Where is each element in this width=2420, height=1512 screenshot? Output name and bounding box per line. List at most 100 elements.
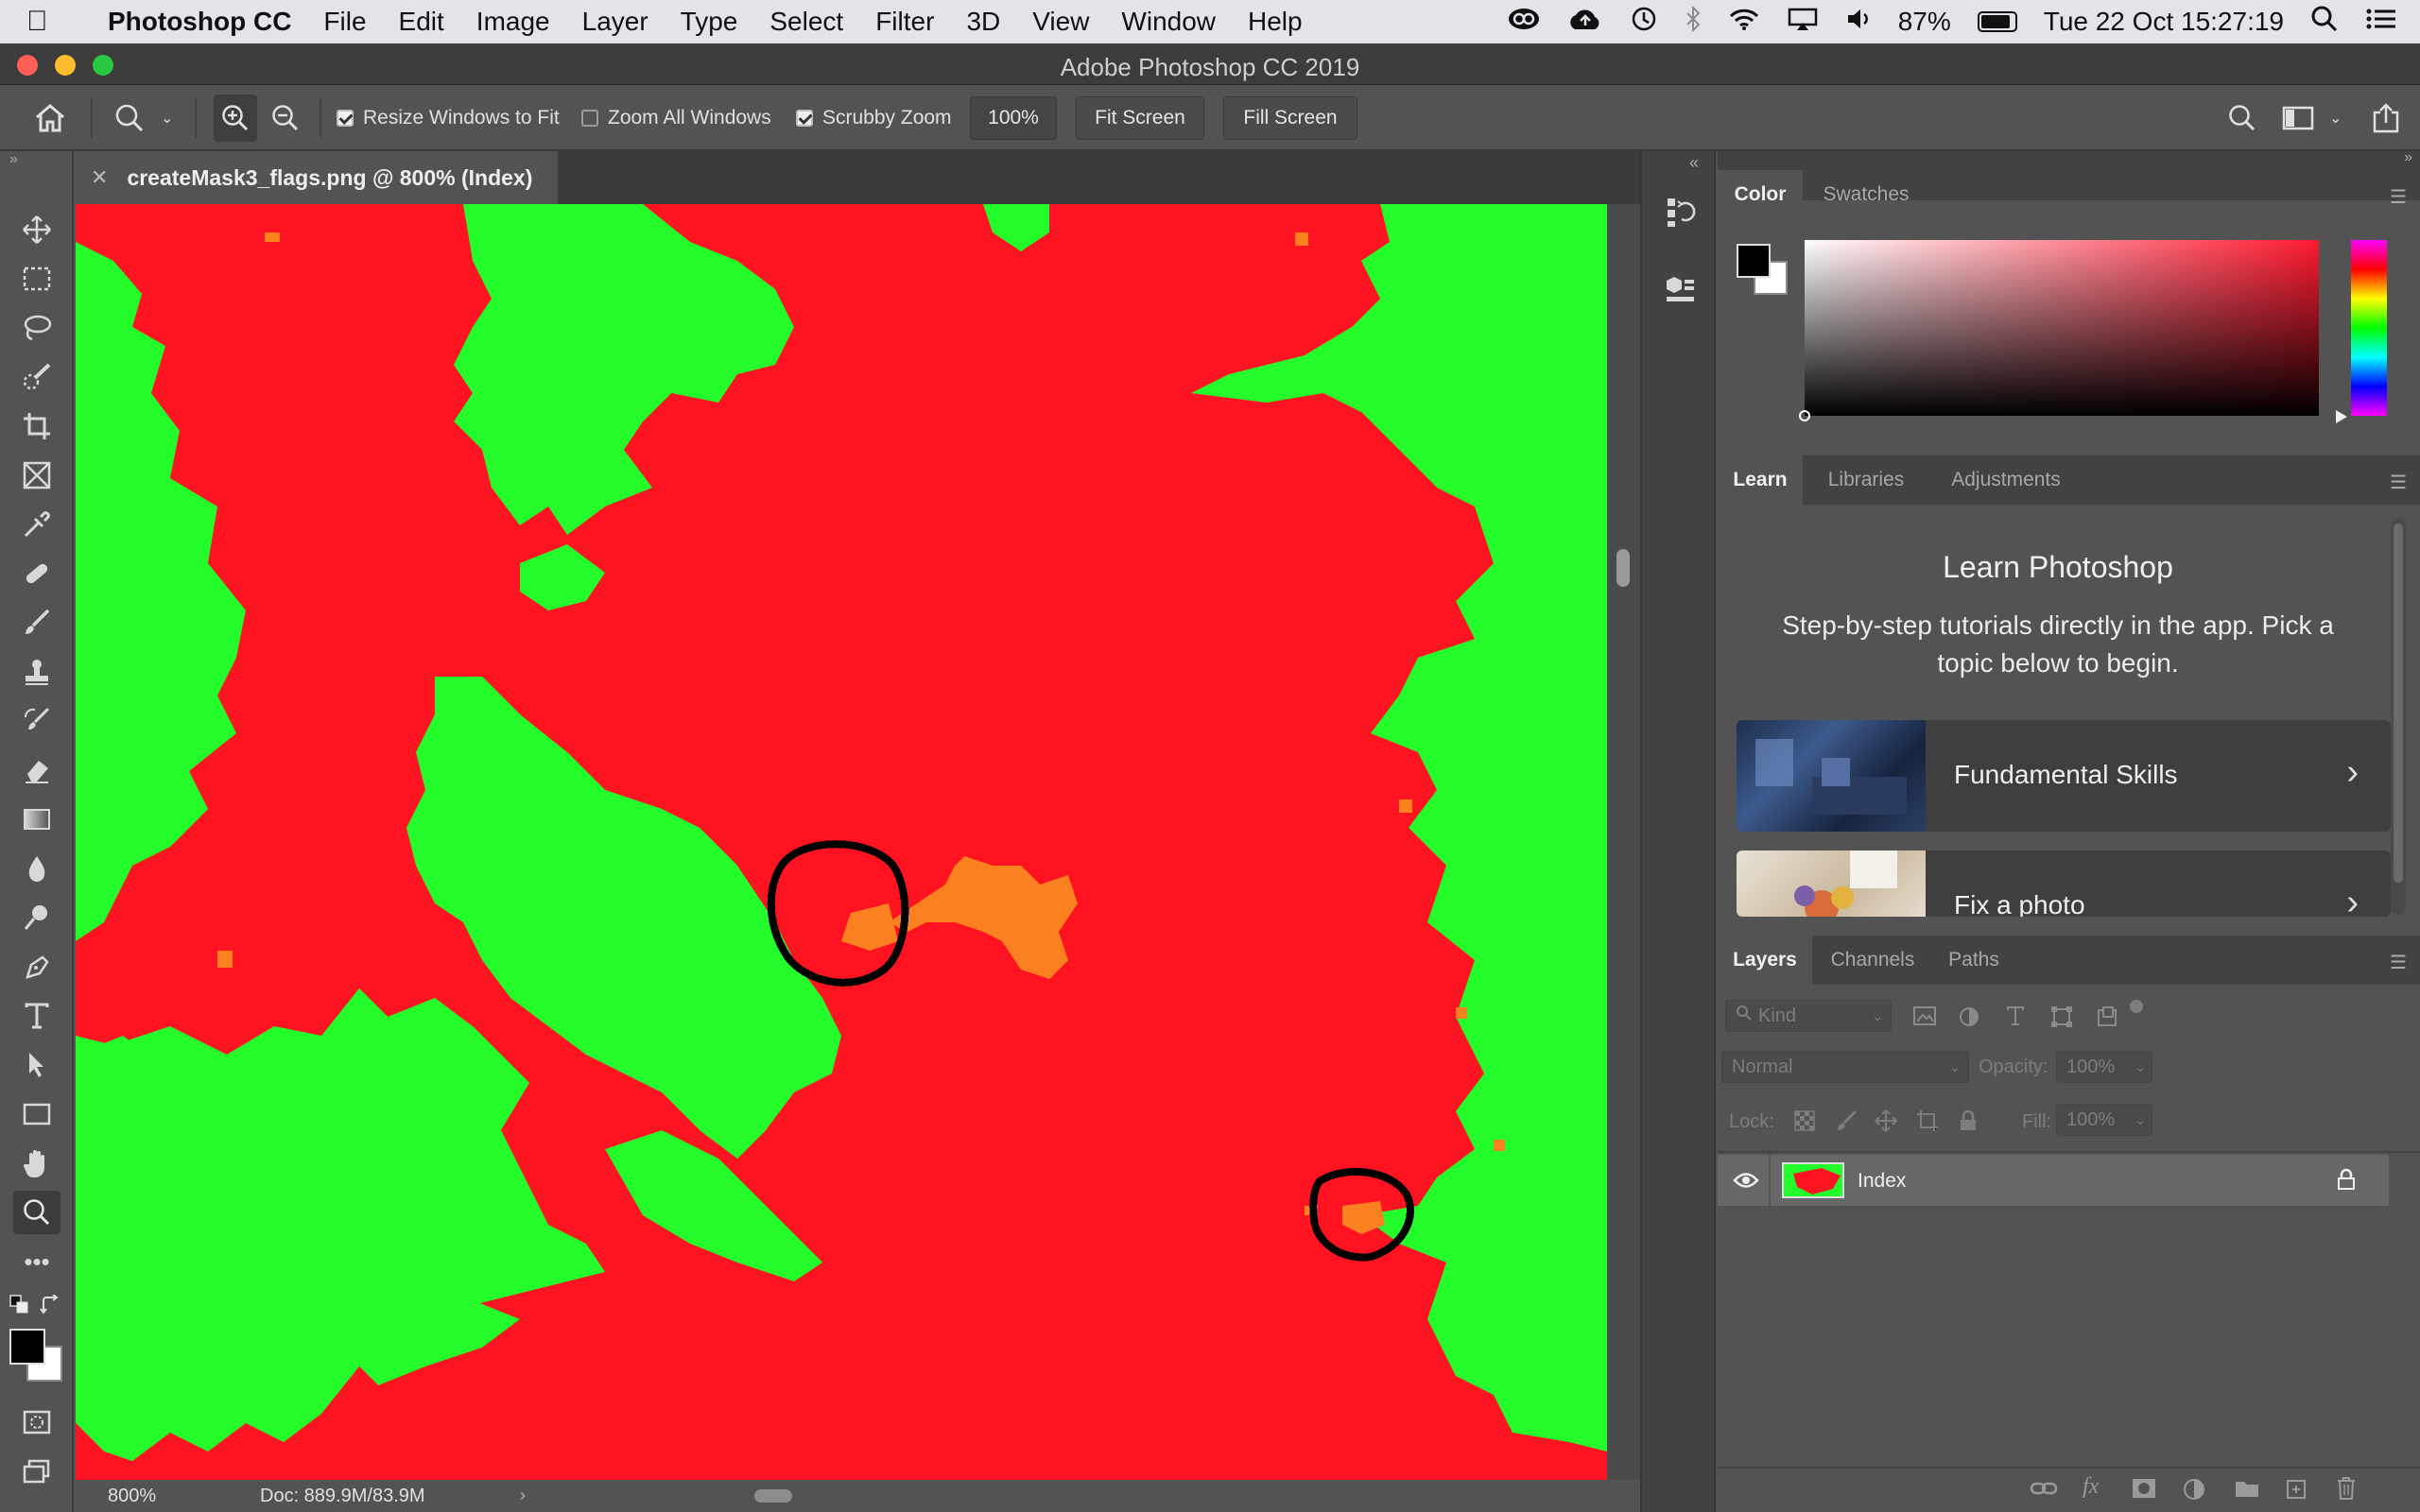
filter-type-icon[interactable] [2005,1005,2026,1031]
tab-color[interactable]: Color [1718,170,1803,219]
lock-all-icon[interactable] [1958,1109,1979,1137]
clone-stamp-tool-icon[interactable] [13,650,60,694]
hue-slider[interactable] [2351,240,2387,416]
home-icon[interactable] [34,85,66,151]
layer-kind-filter[interactable]: Kind ⌄ [1725,1000,1892,1032]
zoom-tool-icon[interactable] [13,1191,60,1234]
lock-transparent-icon[interactable] [1793,1109,1816,1137]
quick-mask-icon[interactable] [13,1400,60,1444]
share-icon[interactable] [2371,85,2401,151]
resize-windows-checkbox-box[interactable] [337,110,354,127]
tab-swatches[interactable]: Swatches [1805,170,1927,219]
history-brush-tool-icon[interactable] [13,699,60,743]
zoom-percent-field[interactable]: 100% [970,96,1057,140]
layers-panel-menu-icon[interactable]: ☰ [2390,951,2411,974]
zoom-out-icon[interactable] [270,85,301,151]
menu-edit[interactable]: Edit [399,7,444,37]
history-panel-icon[interactable] [1665,195,1697,233]
volume-icon[interactable] [1845,7,1872,38]
close-document-icon[interactable]: ✕ [91,165,108,190]
menu-select[interactable]: Select [769,7,843,37]
apple-menu-icon[interactable]:  [26,6,79,38]
workspace-chevron-down-icon[interactable]: ⌄ [2329,85,2342,151]
tab-channels[interactable]: Channels [1816,936,1929,985]
layer-visibility-eye-icon[interactable] [1733,1170,1759,1195]
learn-panel-menu-icon[interactable]: ☰ [2390,471,2411,494]
learn-card-fundamental-skills[interactable]: Fundamental Skills › [1737,720,2391,832]
color-panel-foreground-swatch[interactable] [1737,244,1771,278]
marquee-tool-icon[interactable] [13,257,60,301]
spotlight-search-icon[interactable] [2310,5,2339,40]
color-panel-menu-icon[interactable]: ☰ [2390,185,2411,209]
creative-cloud-icon[interactable] [1507,7,1541,38]
tab-paths[interactable]: Paths [1933,936,2014,985]
menu-help[interactable]: Help [1248,7,1303,37]
menu-view[interactable]: View [1032,7,1089,37]
lock-position-icon[interactable] [1875,1109,1897,1137]
opacity-field[interactable]: 100% ⌄ [2056,1051,2152,1083]
layer-style-fx-icon[interactable]: fx [2083,1474,2099,1500]
layer-name[interactable]: Index [1858,1170,1906,1193]
delete-layer-icon[interactable] [2336,1476,2357,1505]
healing-brush-tool-icon[interactable] [13,552,60,595]
filter-adjustment-icon[interactable] [1958,1005,1980,1033]
cloud-upload-icon[interactable] [1567,7,1603,38]
menu-filter[interactable]: Filter [875,7,934,37]
menu-type[interactable]: Type [681,7,738,37]
learn-scrollbar[interactable] [2391,518,2406,915]
crop-tool-icon[interactable] [13,404,60,448]
notification-center-icon[interactable] [2365,7,2397,38]
screen-mode-icon[interactable] [13,1450,60,1493]
fill-field[interactable]: 100% ⌄ [2056,1104,2152,1136]
zoom-in-icon[interactable] [214,94,257,142]
new-layer-icon[interactable] [2285,1478,2308,1505]
blend-mode-select[interactable]: Normal ⌄ [1721,1051,1969,1083]
menu-layer[interactable]: Layer [582,7,648,37]
foreground-color-swatch[interactable] [9,1329,45,1365]
learn-card-fix-a-photo[interactable]: Fix a photo › [1737,850,2391,917]
rectangle-tool-icon[interactable] [13,1092,60,1136]
filter-smart-object-icon[interactable] [2096,1005,2118,1033]
type-tool-icon[interactable] [13,994,60,1038]
layer-row[interactable]: Index [1718,1155,2389,1206]
fill-screen-button[interactable]: Fill Screen [1223,96,1357,140]
learn-scroll-thumb[interactable] [2394,524,2403,883]
pen-tool-icon[interactable] [13,945,60,988]
filter-toggle-icon[interactable] [2130,1000,2143,1013]
menu-file[interactable]: File [323,7,366,37]
blur-tool-icon[interactable] [13,847,60,890]
menu-image[interactable]: Image [476,7,550,37]
color-picker-cursor[interactable] [1799,410,1810,421]
vertical-scrollbar[interactable] [1607,204,1640,1480]
add-mask-icon[interactable] [2132,1478,2156,1503]
more-tools-icon[interactable]: ••• [13,1240,60,1283]
status-expand-icon[interactable]: › [520,1486,526,1505]
lasso-tool-icon[interactable] [13,306,60,350]
scrubby-zoom-checkbox[interactable]: Scrubby Zoom [796,85,952,151]
gradient-tool-icon[interactable] [13,798,60,841]
expand-tools-icon[interactable]: » [9,151,18,168]
3d-panel-icon[interactable] [1665,274,1697,309]
clock[interactable]: Tue 22 Oct 15:27:19 [2044,7,2284,37]
menu-3d[interactable]: 3D [966,7,1000,37]
brush-tool-icon[interactable] [13,601,60,644]
path-selection-tool-icon[interactable] [13,1043,60,1087]
link-layers-icon[interactable] [2030,1478,2058,1503]
bluetooth-icon[interactable] [1685,5,1702,39]
eraser-tool-icon[interactable] [13,748,60,792]
quick-selection-tool-icon[interactable] [13,355,60,399]
vertical-scroll-thumb[interactable] [1616,549,1630,587]
search-icon[interactable] [2227,85,2257,151]
zoom-all-windows-checkbox[interactable]: Zoom All Windows [581,85,771,151]
horizontal-scroll-thumb[interactable] [754,1489,792,1503]
color-field[interactable] [1805,240,2319,416]
new-adjustment-layer-icon[interactable] [2183,1478,2205,1505]
document-canvas[interactable] [76,204,1607,1480]
hand-tool-icon[interactable] [13,1142,60,1185]
chevron-down-icon[interactable]: ⌄ [161,85,173,151]
time-machine-icon[interactable] [1630,6,1658,39]
workspace-icon[interactable] [2282,85,2316,151]
zoom-tool-preset-icon[interactable] [113,85,147,151]
zoom-level-readout[interactable]: 800% [108,1486,156,1507]
fit-screen-button[interactable]: Fit Screen [1076,96,1204,140]
